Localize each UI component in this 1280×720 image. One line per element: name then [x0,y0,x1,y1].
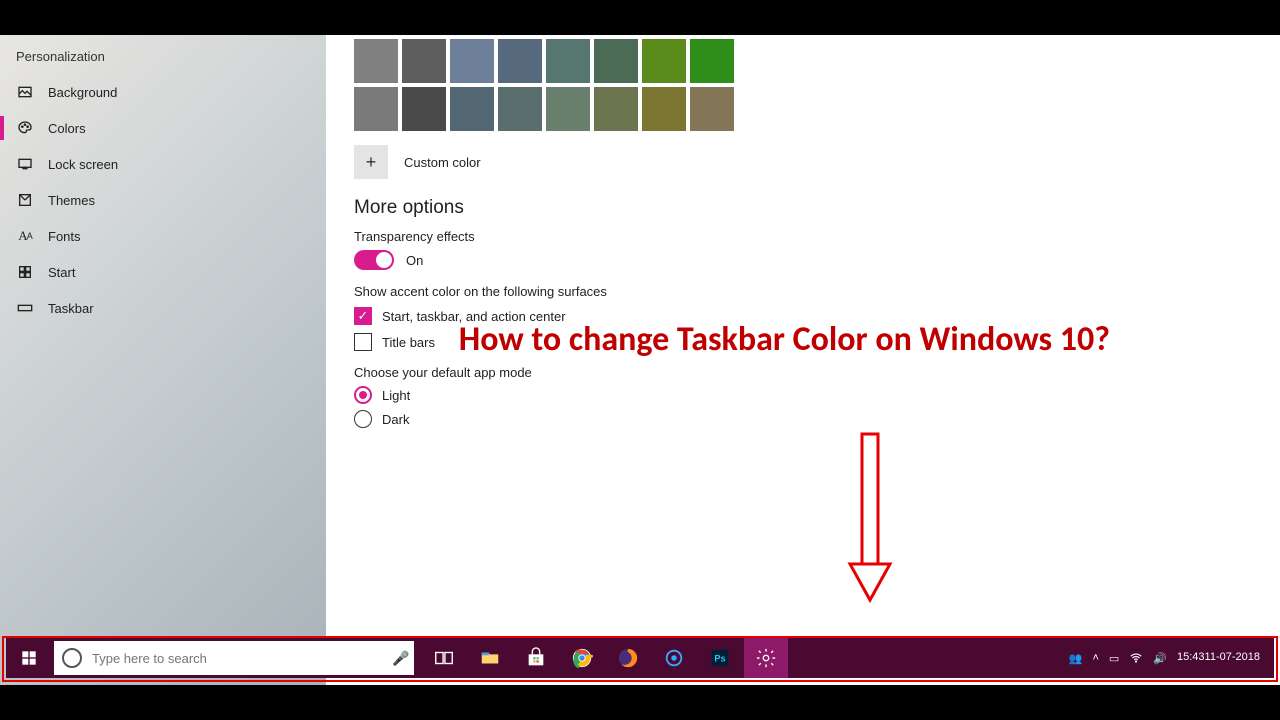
search-box[interactable]: 🎤 [54,641,414,675]
color-swatch[interactable] [642,87,686,131]
sidebar-item-colors[interactable]: Colors [0,110,326,146]
more-options-heading: More options [354,197,1252,219]
color-swatch-grid [354,39,1252,131]
color-swatch[interactable] [546,39,590,83]
battery-icon[interactable]: ▭ [1109,652,1119,665]
themes-icon [16,191,34,209]
sidebar-section-title: Personalization [0,43,326,74]
tray-chevron-icon[interactable]: ˄ [1092,652,1098,664]
taskbar-icon [16,299,34,317]
start-button[interactable] [6,638,52,678]
transparency-label: Transparency effects [354,229,1252,244]
custom-color-label: Custom color [404,155,481,170]
app-button[interactable] [652,638,696,678]
settings-window: Personalization Background Colors Lock s… [0,35,1280,685]
clock-date: 11-07-2018 [1205,652,1260,664]
taskbar: 🎤 Ps 👥 ˄ ▭ 🔊 15:43 11-07-2018 [6,638,1274,678]
sidebar: Personalization Background Colors Lock s… [0,35,326,685]
picture-icon [16,83,34,101]
color-swatch[interactable] [546,87,590,131]
radio-light-label: Light [382,388,410,403]
sidebar-item-label: Fonts [48,229,81,244]
checkbox-title-bars[interactable] [354,333,372,351]
store-button[interactable] [514,638,558,678]
sidebar-item-label: Lock screen [48,157,118,172]
settings-taskbar-button[interactable] [744,638,788,678]
color-swatch[interactable] [450,87,494,131]
sidebar-item-taskbar[interactable]: Taskbar [0,290,326,326]
color-swatch[interactable] [402,87,446,131]
sidebar-item-label: Taskbar [48,301,94,316]
color-swatch[interactable] [594,87,638,131]
accent-surfaces-label: Show accent color on the following surfa… [354,284,1252,299]
volume-icon[interactable]: 🔊 [1153,652,1167,665]
sidebar-item-label: Colors [48,121,86,136]
firefox-button[interactable] [606,638,650,678]
color-swatch[interactable] [498,39,542,83]
color-swatch[interactable] [642,39,686,83]
clock-time: 15:43 [1177,652,1205,664]
color-swatch[interactable] [354,39,398,83]
transparency-toggle[interactable] [354,250,394,270]
custom-color-button[interactable]: + [354,145,388,179]
file-explorer-button[interactable] [468,638,512,678]
wifi-icon[interactable] [1129,651,1143,665]
radio-dark-label: Dark [382,412,409,427]
start-icon [16,263,34,281]
color-swatch[interactable] [690,87,734,131]
task-view-button[interactable] [422,638,466,678]
settings-content: + Custom color More options Transparency… [326,35,1280,685]
sidebar-item-label: Start [48,265,75,280]
sidebar-item-lockscreen[interactable]: Lock screen [0,146,326,182]
color-swatch[interactable] [594,39,638,83]
sidebar-item-label: Themes [48,193,95,208]
checkbox-start-label: Start, taskbar, and action center [382,309,566,324]
palette-icon [16,119,34,137]
checkbox-start-taskbar[interactable]: ✓ [354,307,372,325]
video-letterbox-top [0,0,1280,35]
system-tray: 👥 ˄ ▭ 🔊 15:43 11-07-2018 [1061,651,1274,665]
cortana-icon [62,648,82,668]
sidebar-item-start[interactable]: Start [0,254,326,290]
color-swatch[interactable] [402,39,446,83]
video-letterbox-bottom [0,685,1280,720]
search-input[interactable] [92,651,392,666]
radio-light[interactable] [354,386,372,404]
app-mode-label: Choose your default app mode [354,365,1252,380]
sidebar-item-themes[interactable]: Themes [0,182,326,218]
sidebar-item-fonts[interactable]: AA Fonts [0,218,326,254]
color-swatch[interactable] [690,39,734,83]
sidebar-item-background[interactable]: Background [0,74,326,110]
mic-icon[interactable]: 🎤 [392,650,406,667]
checkbox-title-label: Title bars [382,335,435,350]
color-swatch[interactable] [498,87,542,131]
color-swatch[interactable] [450,39,494,83]
radio-dark[interactable] [354,410,372,428]
clock[interactable]: 15:43 11-07-2018 [1177,652,1266,664]
toggle-state-label: On [406,253,423,268]
chrome-button[interactable] [560,638,604,678]
fonts-icon: AA [16,227,34,245]
lockscreen-icon [16,155,34,173]
sidebar-item-label: Background [48,85,117,100]
people-icon[interactable]: 👥 [1069,652,1083,665]
photoshop-button[interactable]: Ps [698,638,742,678]
color-swatch[interactable] [354,87,398,131]
svg-text:Ps: Ps [714,654,725,664]
